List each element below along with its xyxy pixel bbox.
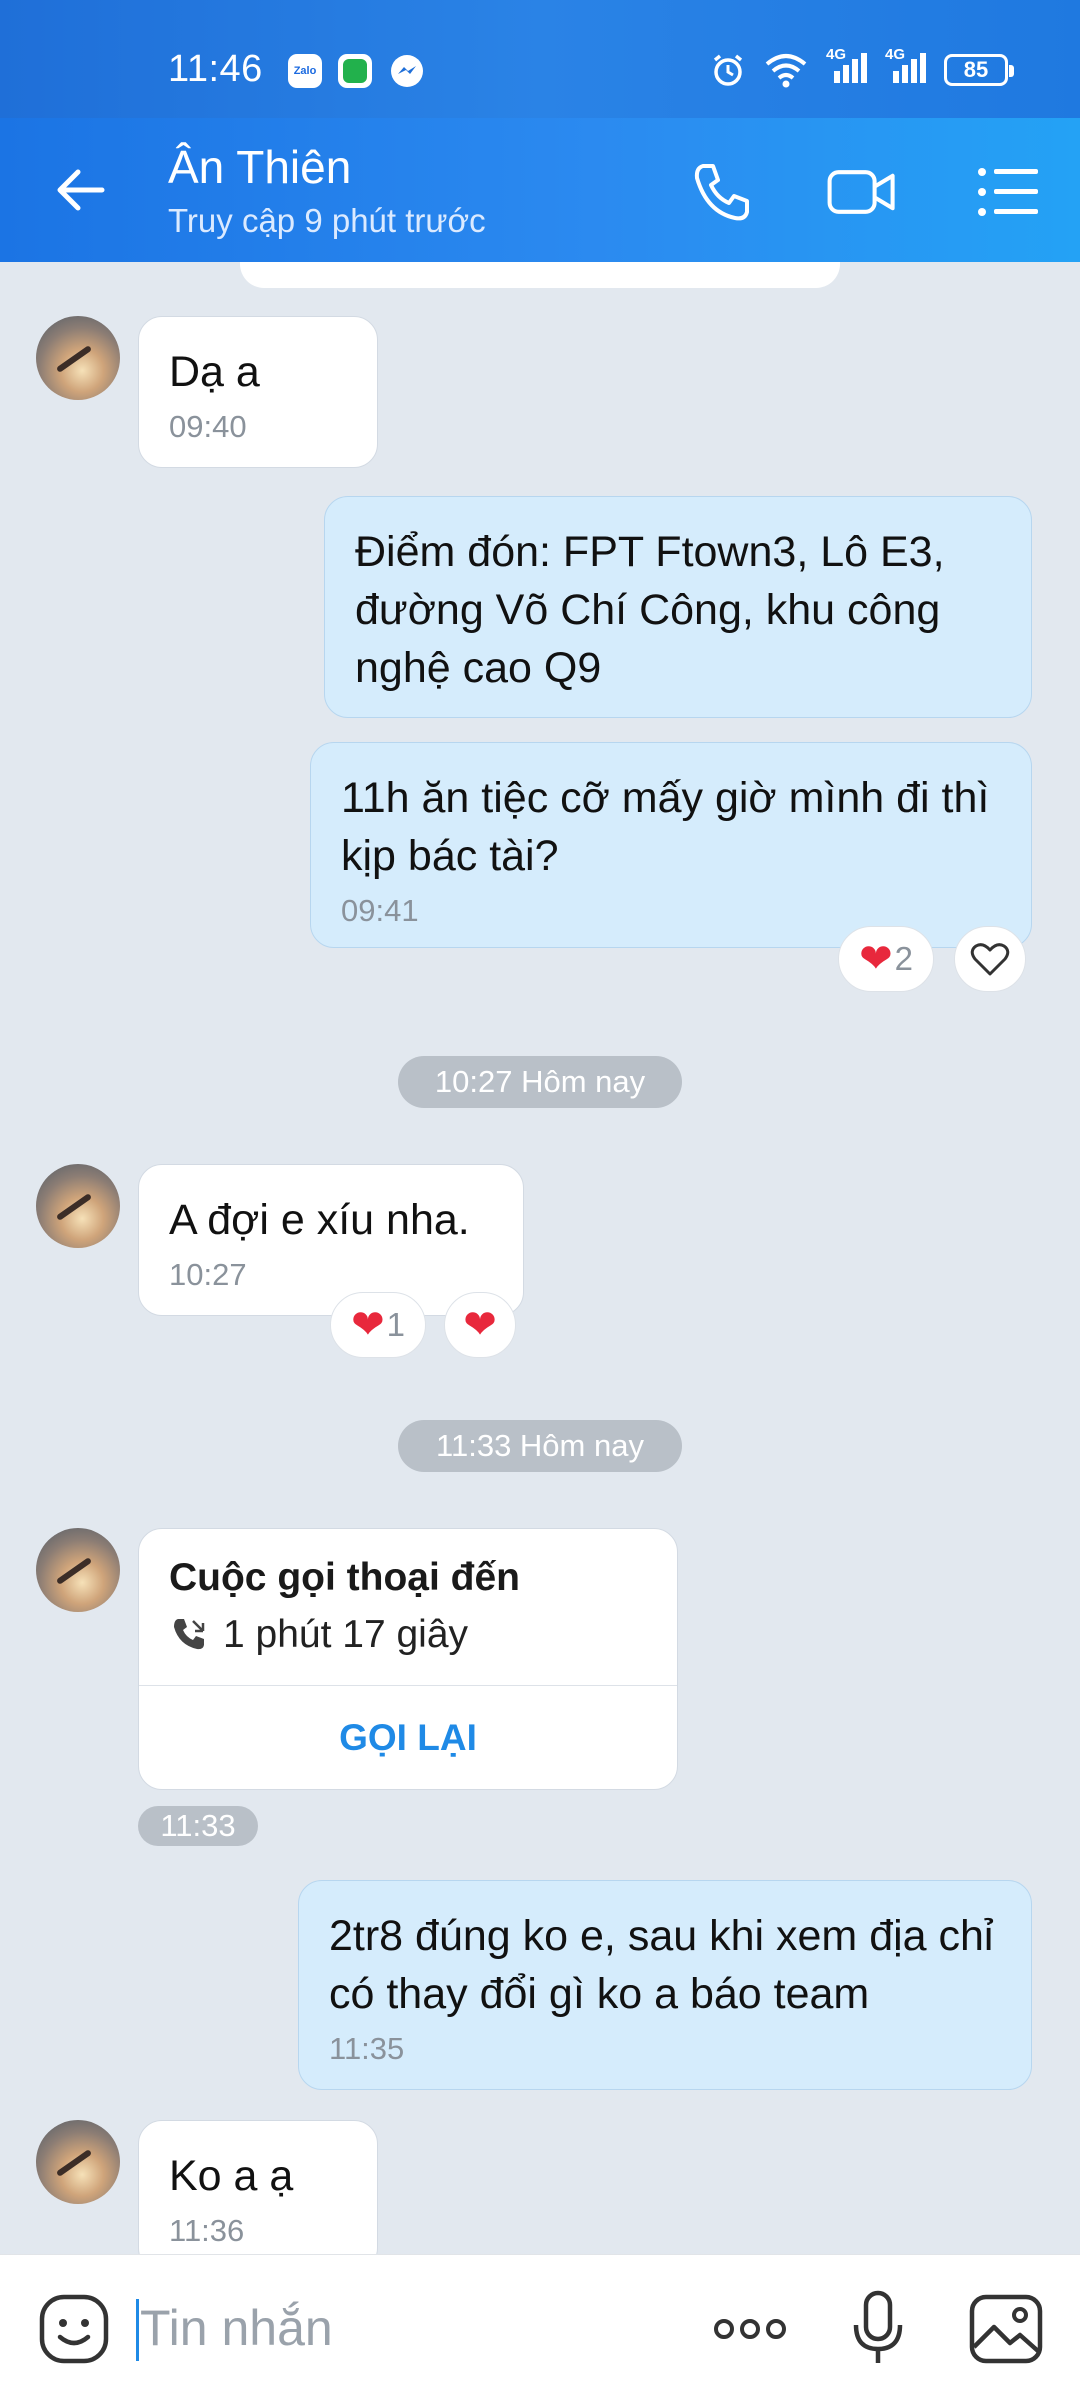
call-time-badge: 11:33 xyxy=(138,1806,258,1846)
avatar[interactable] xyxy=(36,2120,120,2204)
avatar[interactable] xyxy=(36,316,120,400)
chat-messages[interactable]: Dạ a 09:40 Điểm đón: FPT Ftown3, Lô E3, … xyxy=(0,262,1080,2254)
message-time: 10:27 xyxy=(169,1257,247,1292)
heart-filled-icon: ❤ xyxy=(463,1303,497,1347)
heart-icon: ❤ xyxy=(351,1303,385,1347)
incoming-message[interactable]: Dạ a 09:40 xyxy=(138,316,378,468)
date-divider: 10:27 Hôm nay xyxy=(398,1056,682,1108)
wifi-icon xyxy=(765,54,807,88)
text-cursor xyxy=(136,2299,139,2361)
message-text: Ko a ạ xyxy=(169,2152,294,2200)
chat-header: Ân Thiên Truy cập 9 phút trước xyxy=(0,118,1080,262)
video-call-icon[interactable] xyxy=(826,156,898,228)
react-button[interactable]: ❤ xyxy=(444,1292,516,1358)
back-arrow-icon[interactable] xyxy=(50,158,114,222)
avatar[interactable] xyxy=(36,1164,120,1248)
image-gallery-icon[interactable] xyxy=(966,2289,1046,2369)
message-text: A đợi e xíu nha. xyxy=(169,1196,470,1244)
message-text: Dạ a xyxy=(169,348,260,396)
last-seen-status: Truy cập 9 phút trước xyxy=(168,202,486,239)
messenger-icon xyxy=(391,55,423,87)
microphone-icon[interactable] xyxy=(838,2289,918,2369)
menu-list-icon[interactable] xyxy=(972,156,1044,228)
heart-outline-icon xyxy=(970,943,1010,976)
outgoing-message[interactable]: 2tr8 đúng ko e, sau khi xem địa chỉ có t… xyxy=(298,1880,1032,2090)
battery-icon: 85 xyxy=(944,54,1014,86)
sticker-emoji-icon[interactable] xyxy=(34,2289,114,2369)
outgoing-message[interactable]: 11h ăn tiệc cỡ mấy giờ mình đi thì kịp b… xyxy=(310,742,1032,948)
call-duration-row: 1 phút 17 giây xyxy=(139,1605,677,1685)
signal-1-icon: 4G xyxy=(826,47,867,87)
message-time: 09:40 xyxy=(169,409,247,444)
heart-icon: ❤ xyxy=(859,937,893,981)
signal-2-icon: 4G xyxy=(885,47,926,87)
alarm-icon xyxy=(713,54,743,86)
call-back-button[interactable]: GỌI LẠI xyxy=(139,1685,677,1789)
reaction-count: 2 xyxy=(894,940,913,977)
date-divider: 11:33 Hôm nay xyxy=(398,1420,682,1472)
message-time: 09:41 xyxy=(341,893,419,928)
contact-name[interactable]: Ân Thiên xyxy=(168,140,351,194)
message-time: 11:36 xyxy=(169,2213,245,2248)
call-title: Cuộc gọi thoại đến xyxy=(169,1556,520,1599)
status-right: 4G 4G 85 xyxy=(710,47,1014,90)
zalo-icon: Zalo xyxy=(288,54,322,88)
call-duration: 1 phút 17 giây xyxy=(223,1613,469,1656)
message-time: 11:35 xyxy=(329,2031,405,2066)
reaction-summary[interactable]: ❤ 1 xyxy=(330,1292,426,1358)
message-text: 11h ăn tiệc cỡ mấy giờ mình đi thì kịp b… xyxy=(341,774,990,880)
message-input[interactable]: Tin nhắn xyxy=(140,2293,333,2363)
incoming-call-icon xyxy=(174,1619,205,1650)
call-log-card: Cuộc gọi thoại đến 1 phút 17 giây GỌI LẠ… xyxy=(138,1528,678,1790)
outgoing-message[interactable]: Điểm đón: FPT Ftown3, Lô E3, đường Võ Ch… xyxy=(324,496,1032,718)
phone-call-icon[interactable] xyxy=(685,156,757,228)
incoming-message[interactable]: Ko a ạ 11:36 xyxy=(138,2120,378,2254)
reaction-summary[interactable]: ❤ 2 xyxy=(838,926,934,992)
reaction-count: 1 xyxy=(386,1306,405,1343)
message-text: 2tr8 đúng ko e, sau khi xem địa chỉ có t… xyxy=(329,1912,994,2018)
previous-message-bubble xyxy=(240,262,840,288)
message-text: Điểm đón: FPT Ftown3, Lô E3, đường Võ Ch… xyxy=(355,528,945,692)
message-input-bar: Tin nhắn xyxy=(0,2254,1080,2400)
react-button[interactable] xyxy=(954,926,1026,992)
status-time: 11:46 xyxy=(168,48,263,90)
more-options-icon[interactable] xyxy=(710,2289,790,2369)
status-bar: 11:46 Zalo 4G 4G 85 xyxy=(0,0,1080,118)
messaging-icon xyxy=(338,54,372,88)
avatar[interactable] xyxy=(36,1528,120,1612)
